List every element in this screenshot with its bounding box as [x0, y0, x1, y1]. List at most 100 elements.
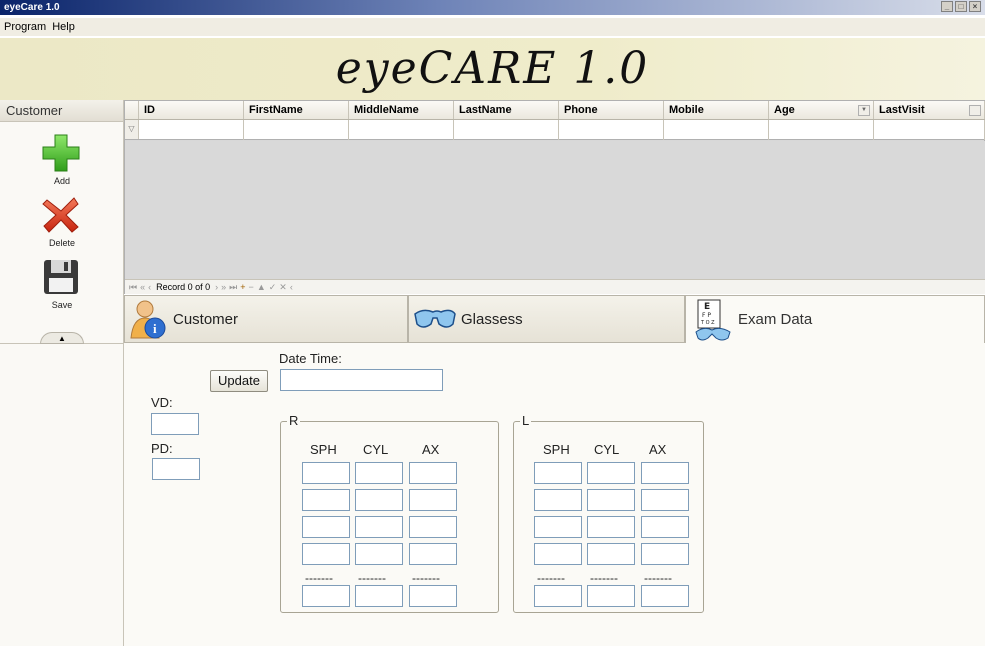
save-button[interactable]: Save [0, 256, 124, 318]
right-sph-field-1[interactable] [302, 462, 350, 484]
tab-customer[interactable]: i Customer [124, 295, 408, 343]
add-label: Add [53, 176, 70, 186]
left-sph-field-3[interactable] [534, 516, 582, 538]
right-ax-header: AX [422, 442, 440, 457]
column-chooser-icon[interactable] [969, 105, 981, 116]
column-header-lastvisit[interactable]: LastVisit [874, 101, 985, 119]
right-sph-field-4[interactable] [302, 543, 350, 565]
window-controls: _ □ × [941, 1, 981, 12]
column-filter-dropdown-icon[interactable]: ▼ [858, 105, 870, 116]
menu-program[interactable]: Program [4, 18, 46, 36]
pd-field[interactable] [152, 458, 200, 480]
menu-help[interactable]: Help [52, 18, 75, 36]
filter-cell-lastname[interactable] [454, 120, 559, 140]
tab-glassess[interactable]: Glassess [408, 295, 685, 343]
left-sph-total-field[interactable] [534, 585, 582, 607]
left-ax-total-field[interactable] [641, 585, 689, 607]
delete-label: Delete [48, 238, 75, 248]
refresh-icon[interactable]: ‹ [290, 282, 293, 292]
add-button[interactable]: Add [0, 132, 124, 194]
post-edit-icon[interactable]: ✓ [269, 282, 277, 293]
update-button[interactable]: Update [210, 370, 268, 392]
left-sph-field-1[interactable] [534, 462, 582, 484]
record-counter: Record 0 of 0 [156, 282, 211, 292]
right-cyl-field-1[interactable] [355, 462, 403, 484]
title-bar: eyeCare 1.0 _ □ × [0, 0, 985, 15]
right-eye-title: R [287, 413, 301, 428]
column-header-id[interactable]: ID [139, 101, 244, 119]
first-page-icon[interactable]: ⏮ [129, 282, 137, 293]
column-header-lastname[interactable]: LastName [454, 101, 559, 119]
prev-page-icon[interactable]: « [140, 282, 145, 292]
left-eye-title: L [520, 413, 532, 428]
right-ax-total-field[interactable] [409, 585, 457, 607]
column-header-age[interactable]: Age ▼ [769, 101, 874, 119]
left-ax-field-1[interactable] [641, 462, 689, 484]
sidebar-header: Customer [0, 100, 123, 122]
tab-exam-data-label: Exam Data [738, 311, 813, 328]
collapse-up-icon[interactable]: ▲ [40, 332, 84, 344]
left-cyl-field-1[interactable] [587, 462, 635, 484]
column-header-mobile[interactable]: Mobile [664, 101, 769, 119]
right-ax-field-3[interactable] [409, 516, 457, 538]
column-header-firstname[interactable]: FirstName [244, 101, 349, 119]
grid-body[interactable] [125, 141, 985, 279]
last-page-icon[interactable]: ⏭ [229, 282, 237, 293]
close-button[interactable]: × [969, 1, 981, 12]
filter-cell-age[interactable] [769, 120, 874, 140]
right-ax-field-2[interactable] [409, 489, 457, 511]
right-sph-separator: ------- [305, 571, 333, 585]
filter-cell-mobile[interactable] [664, 120, 769, 140]
left-cyl-total-field[interactable] [587, 585, 635, 607]
right-ax-field-1[interactable] [409, 462, 457, 484]
right-sph-field-3[interactable] [302, 516, 350, 538]
left-cyl-separator: ------- [590, 571, 618, 585]
next-record-icon[interactable]: › [215, 282, 218, 292]
datetime-field[interactable] [280, 369, 443, 391]
right-cyl-field-3[interactable] [355, 516, 403, 538]
vd-field[interactable] [151, 413, 199, 435]
maximize-button[interactable]: □ [955, 1, 967, 12]
right-cyl-field-2[interactable] [355, 489, 403, 511]
left-ax-field-2[interactable] [641, 489, 689, 511]
filter-cell-id[interactable] [139, 120, 244, 140]
left-sph-field-4[interactable] [534, 543, 582, 565]
delete-record-icon[interactable]: − [249, 282, 254, 292]
right-cyl-total-field[interactable] [355, 585, 403, 607]
left-ax-field-4[interactable] [641, 543, 689, 565]
vd-label: VD: [151, 395, 173, 410]
right-sph-total-field[interactable] [302, 585, 350, 607]
left-cyl-field-3[interactable] [587, 516, 635, 538]
glasses-icon [414, 309, 456, 328]
next-page-icon[interactable]: » [221, 282, 226, 292]
right-sph-field-2[interactable] [302, 489, 350, 511]
prev-record-icon[interactable]: ‹ [148, 282, 151, 292]
right-cyl-field-4[interactable] [355, 543, 403, 565]
exam-data-panel: Date Time: Update VD: PD: R SPH CYL AX -… [124, 343, 985, 646]
right-sph-header: SPH [310, 442, 337, 457]
filter-cell-lastvisit[interactable] [874, 120, 985, 140]
svg-text:i: i [153, 321, 157, 336]
left-cyl-field-4[interactable] [587, 543, 635, 565]
filter-cell-middlename[interactable] [349, 120, 454, 140]
left-ax-field-3[interactable] [641, 516, 689, 538]
plus-icon [42, 134, 80, 172]
edit-record-icon[interactable]: ▲ [257, 282, 266, 292]
grid-header-corner [125, 101, 139, 119]
left-sph-field-2[interactable] [534, 489, 582, 511]
column-header-phone[interactable]: Phone [559, 101, 664, 119]
right-ax-separator: ------- [412, 571, 440, 585]
append-record-icon[interactable]: + [240, 282, 245, 292]
eye-chart-icon: E F P T O Z [695, 299, 731, 340]
datetime-label: Date Time: [279, 351, 342, 366]
right-ax-field-4[interactable] [409, 543, 457, 565]
left-cyl-field-2[interactable] [587, 489, 635, 511]
column-header-middlename[interactable]: MiddleName [349, 101, 454, 119]
filter-cell-firstname[interactable] [244, 120, 349, 140]
delete-button[interactable]: Delete [0, 194, 124, 256]
cancel-edit-icon[interactable]: ✕ [279, 282, 287, 293]
filter-cell-phone[interactable] [559, 120, 664, 140]
tab-exam-data[interactable]: E F P T O Z Exam Data [685, 295, 985, 343]
grid-header: ID FirstName MiddleName LastName Phone M… [125, 101, 985, 120]
minimize-button[interactable]: _ [941, 1, 953, 12]
